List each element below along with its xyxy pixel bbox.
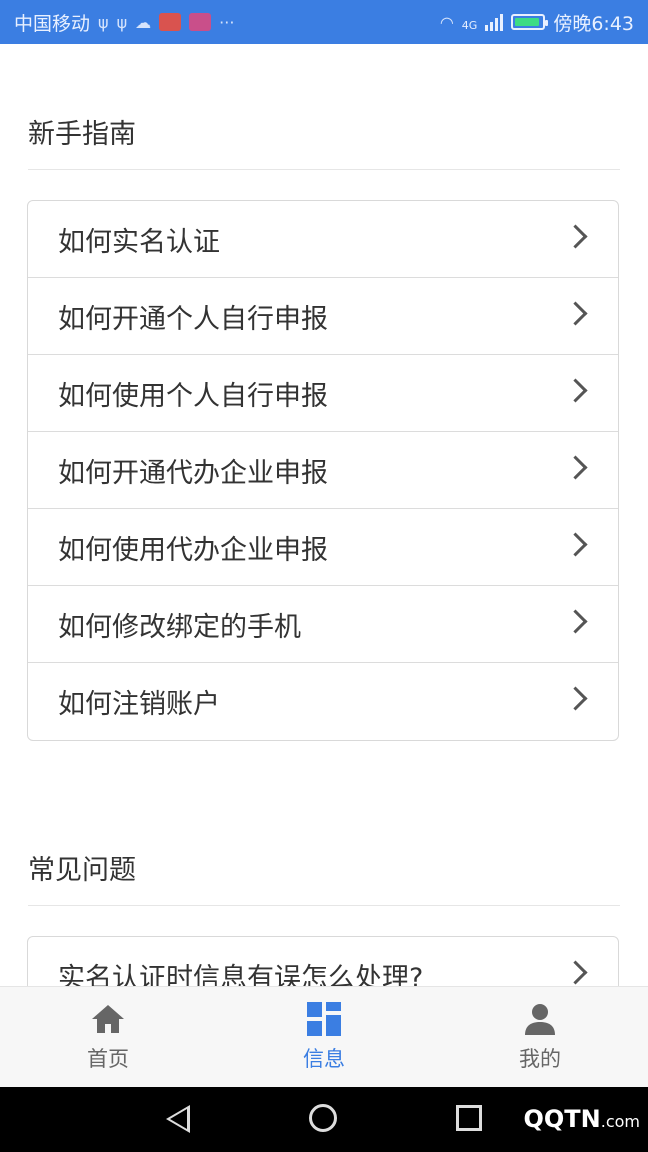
chevron-right-icon [563,608,588,634]
tab-mine[interactable]: 我的 [432,987,648,1087]
list-item-label: 如何注销账户 [58,689,220,720]
faq-list: 实名认证时信息有误怎么处理? [27,936,619,986]
tab-label: 我的 [519,1047,561,1071]
guide-list: 如何实名认证 如何开通个人自行申报 如何使用个人自行申报 如何开通代办企业申报 … [27,200,619,741]
list-item[interactable]: 实名认证时信息有误怎么处理? [28,937,618,986]
chevron-right-icon [563,300,588,326]
watermark-logo: QQTN.com [523,1105,640,1133]
usb-icon: ψ [98,12,109,32]
tab-label: 首页 [87,1047,129,1071]
list-item[interactable]: 如何实名认证 [28,201,618,278]
grid-icon [307,1002,341,1036]
list-item[interactable]: 如何使用代办企业申报 [28,509,618,586]
news-app-icon [159,13,182,31]
list-item[interactable]: 如何修改绑定的手机 [28,586,618,663]
app-notification-icon [189,13,212,31]
back-icon[interactable] [166,1105,190,1133]
chevron-right-icon [563,531,588,557]
chevron-right-icon [563,454,588,480]
list-item[interactable]: 如何开通代办企业申报 [28,432,618,509]
wifi-icon: ◠ [439,12,454,32]
section-title-guide: 新手指南 [28,112,620,170]
chevron-right-icon [563,960,588,985]
battery-icon [511,14,549,30]
list-item-label: 如何修改绑定的手机 [58,611,301,643]
chevron-right-icon [563,223,588,249]
tab-label: 信息 [303,1047,345,1071]
chevron-right-icon [563,686,588,711]
usb-icon: ψ [116,12,128,32]
main-content[interactable]: 新手指南 如何实名认证 如何开通个人自行申报 如何使用个人自行申报 如何开通代办… [0,44,648,986]
list-item-label: 如何实名认证 [58,226,220,258]
network-type-label: 4G [461,18,478,32]
chevron-right-icon [563,377,588,403]
list-item[interactable]: 如何注销账户 [28,663,618,740]
bottom-tab-bar: 首页 信息 我的 [0,986,648,1087]
recent-apps-icon[interactable] [456,1105,482,1131]
list-item-label: 实名认证时信息有误怎么处理? [58,963,424,986]
tab-info[interactable]: 信息 [216,987,432,1087]
list-item[interactable]: 如何使用个人自行申报 [28,355,618,432]
section-title-faq: 常见问题 [28,848,620,906]
cloud-icon: ☁ [135,12,152,32]
home-circle-icon[interactable] [309,1104,337,1132]
status-bar: 中国移动 ψ ψ ☁ ··· ◠ 4G 傍晚6:43 [0,0,648,44]
signal-icon [485,13,504,31]
status-time: 傍晚6:43 [553,12,634,35]
user-icon [525,1004,555,1035]
list-item-label: 如何使用代办企业申报 [58,534,328,566]
list-item[interactable]: 如何开通个人自行申报 [28,278,618,355]
list-item-label: 如何使用个人自行申报 [58,380,328,412]
home-icon [92,1005,124,1033]
carrier-label: 中国移动 [14,12,91,35]
system-nav-bar: QQTN.com [0,1087,648,1152]
tab-home[interactable]: 首页 [0,987,216,1087]
list-item-label: 如何开通个人自行申报 [58,303,328,335]
more-icon: ··· [219,12,235,32]
list-item-label: 如何开通代办企业申报 [58,457,328,489]
